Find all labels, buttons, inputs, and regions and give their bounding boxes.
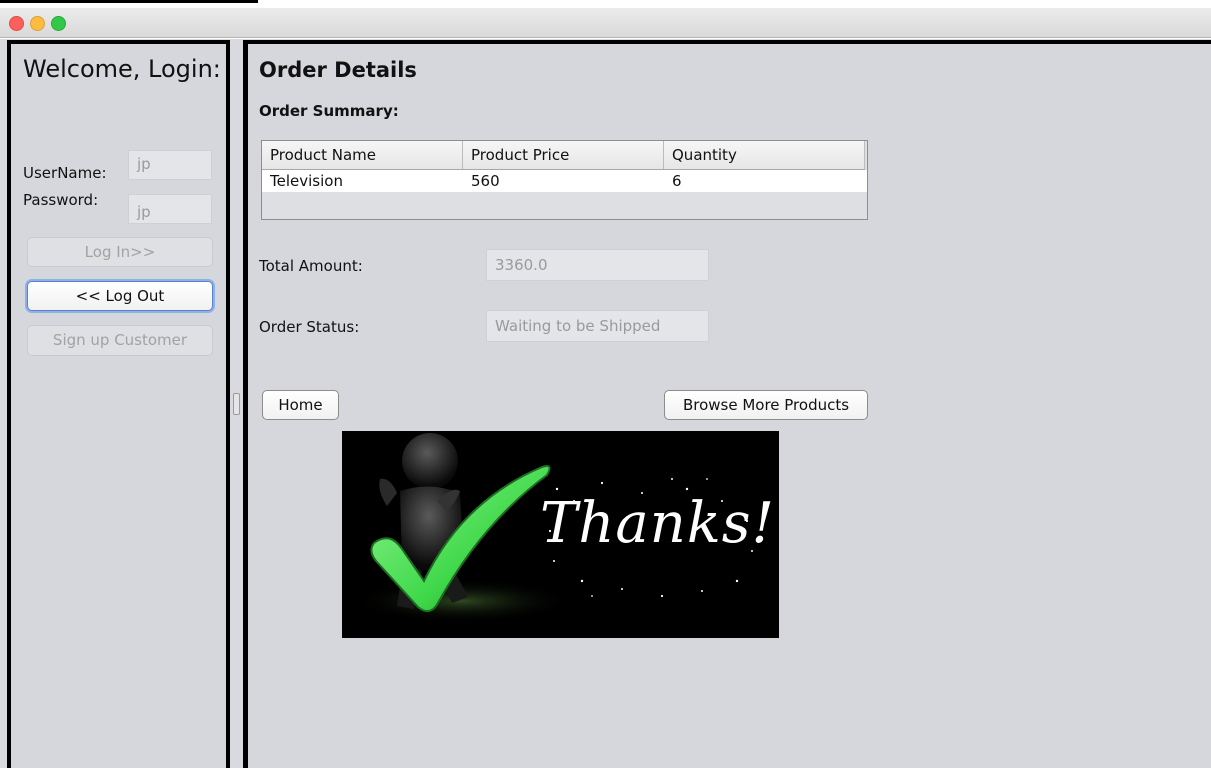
signup-customer-button[interactable]: Sign up Customer — [27, 325, 213, 356]
column-header-product-name[interactable]: Product Name — [262, 141, 463, 169]
minimize-icon[interactable] — [30, 16, 45, 31]
order-status-label: Order Status: — [259, 318, 360, 336]
thanks-text: Thanks! — [540, 491, 776, 556]
browse-more-products-button[interactable]: Browse More Products — [664, 390, 868, 420]
thanks-image: Thanks! — [342, 431, 779, 638]
zoom-icon[interactable] — [51, 16, 66, 31]
password-label: Password: — [23, 191, 99, 209]
welcome-heading: Welcome, Login: — [23, 55, 221, 83]
close-icon[interactable] — [9, 16, 24, 31]
cell-product-name: Television — [270, 172, 343, 190]
floor-glow — [352, 579, 572, 623]
table-row[interactable]: Television 560 6 — [262, 170, 867, 192]
desktop-artifact — [0, 0, 258, 3]
order-summary-label: Order Summary: — [259, 102, 399, 120]
order-status-field: Waiting to be Shipped — [486, 310, 709, 342]
logout-button[interactable]: << Log Out — [27, 281, 213, 311]
total-amount-field: 3360.0 — [486, 249, 709, 281]
order-summary-table: Product Name Product Price Quantity Tele… — [261, 140, 868, 220]
window-title-bar[interactable] — [0, 8, 1211, 38]
cell-product-price: 560 — [471, 172, 500, 190]
password-field[interactable]: jp — [128, 194, 212, 224]
login-button[interactable]: Log In>> — [27, 237, 213, 267]
cell-quantity: 6 — [672, 172, 682, 190]
page-title: Order Details — [259, 58, 417, 82]
split-pane-handle[interactable] — [233, 393, 240, 415]
username-field[interactable]: jp — [128, 150, 212, 180]
column-header-product-price[interactable]: Product Price — [463, 141, 664, 169]
total-amount-label: Total Amount: — [259, 257, 363, 275]
username-label: UserName: — [23, 164, 107, 182]
column-header-quantity[interactable]: Quantity — [664, 141, 865, 169]
table-header: Product Name Product Price Quantity — [262, 141, 865, 170]
home-button[interactable]: Home — [262, 390, 339, 420]
desktop-strip — [0, 0, 1211, 8]
